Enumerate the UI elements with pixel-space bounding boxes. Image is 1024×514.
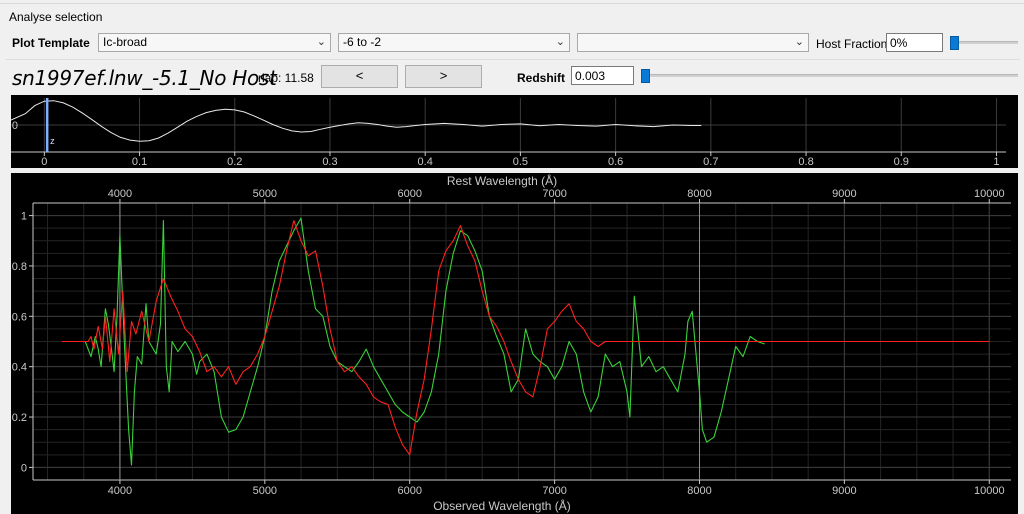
xcorr-x-tick-label: 0 xyxy=(41,156,47,168)
xcorr-series-line xyxy=(10,100,702,142)
host-fraction-slider-handle[interactable] xyxy=(950,36,959,50)
spec-x2-tick-label: 8000 xyxy=(687,188,711,200)
spec-x-tick-label: 9000 xyxy=(832,485,856,497)
spec-x-tick-label: 5000 xyxy=(253,485,277,497)
template-type-value: Ic-broad xyxy=(103,35,148,49)
xcorr-x-tick-label: 1 xyxy=(993,156,999,168)
template-age-value: -6 to -2 xyxy=(343,35,382,49)
spec-x-tick-label: 6000 xyxy=(397,485,421,497)
spec-y-tick-label: 0.4 xyxy=(12,362,27,374)
redshift-marker-label: z xyxy=(50,136,55,146)
xcorr-x-tick-label: 0.6 xyxy=(608,156,623,168)
spec-y-tick-label: 0.6 xyxy=(12,311,27,323)
xcorr-y-tick-label: 0 xyxy=(12,120,18,132)
xcorr-x-tick-label: 0.3 xyxy=(322,156,337,168)
spec-series-template xyxy=(62,220,990,456)
xcorr-x-tick-label: 0.2 xyxy=(227,156,242,168)
analyse-selection-panel: Analyse selection Plot Template Ic-broad… xyxy=(0,0,1024,514)
spec-x2-tick-label: 10000 xyxy=(974,188,1005,200)
redshift-slider-handle[interactable] xyxy=(641,69,650,83)
spec-x2-tick-label: 5000 xyxy=(253,188,277,200)
redshift-input[interactable] xyxy=(571,66,634,85)
group-top-border xyxy=(0,3,1024,4)
spec-x2-tick-label: 7000 xyxy=(542,188,566,200)
spec-y-tick-label: 1 xyxy=(21,211,27,223)
xcorr-x-tick-label: 0.4 xyxy=(418,156,433,168)
host-fraction-input[interactable] xyxy=(886,33,943,52)
spec-y-tick-label: 0 xyxy=(21,462,27,474)
spec-x-tick-label: 4000 xyxy=(108,485,132,497)
spec-y-tick-label: 0.2 xyxy=(12,412,27,424)
redshift-slider-track[interactable] xyxy=(641,74,1018,77)
rlap-value: rlap: 11.58 xyxy=(258,71,314,85)
xcorr-x-tick-label: 0.1 xyxy=(132,156,147,168)
spec-rest-wavelength-label: Rest Wavelength (Å) xyxy=(447,173,557,188)
host-fraction-slider-track[interactable] xyxy=(950,41,1018,44)
xcorr-x-tick-label: 0.7 xyxy=(703,156,718,168)
spec-x2-tick-label: 4000 xyxy=(108,188,132,200)
selection-name: sn1997ef.lnw_-5.1_No Host xyxy=(12,66,277,90)
xcorr-x-tick-label: 0.9 xyxy=(894,156,909,168)
template-name-dropdown[interactable]: ⌄ xyxy=(577,33,809,52)
next-template-button[interactable]: > xyxy=(405,65,482,88)
redshift-label: Redshift xyxy=(517,71,565,85)
spec-x-tick-label: 8000 xyxy=(687,485,711,497)
xcorr-x-tick-label: 0.5 xyxy=(513,156,528,168)
template-row: Plot Template Ic-broad ⌄ -6 to -2 ⌄ ⌄ Ho… xyxy=(0,33,1024,53)
template-type-dropdown[interactable]: Ic-broad ⌄ xyxy=(98,33,331,52)
spec-observed-wavelength-label: Observed Wavelength (Å) xyxy=(433,498,571,513)
selection-row: sn1997ef.lnw_-5.1_No Host rlap: 11.58 < … xyxy=(0,64,1024,90)
host-fraction-label: Host Fraction xyxy=(816,37,888,51)
template-age-dropdown[interactable]: -6 to -2 ⌄ xyxy=(338,33,570,52)
chevron-down-icon: ⌄ xyxy=(316,36,326,48)
chevron-down-icon: ⌄ xyxy=(794,36,804,48)
spec-x-tick-label: 10000 xyxy=(974,485,1005,497)
plot-template-label: Plot Template xyxy=(12,36,90,50)
spec-x2-tick-label: 9000 xyxy=(832,188,856,200)
row-divider xyxy=(6,59,1020,60)
spec-x2-tick-label: 6000 xyxy=(397,188,421,200)
previous-template-button[interactable]: < xyxy=(321,65,398,88)
cross-correlation-svg: 0 0.1 0.2 0.3 0.4 0.5 0.6 0.7 0.8 0.9 10z xyxy=(10,98,1006,168)
chevron-down-icon: ⌄ xyxy=(555,36,565,48)
spec-x-tick-label: 7000 xyxy=(542,485,566,497)
cross-correlation-plot[interactable]: 0 0.1 0.2 0.3 0.4 0.5 0.6 0.7 0.8 0.9 1 0 z xyxy=(10,95,1018,168)
group-title: Analyse selection xyxy=(9,10,103,24)
spectrum-plot[interactable]: 4000 4000 5000 5000 6000 6000 7000 7000 8000 8000… xyxy=(11,173,1018,514)
spec-y-tick-label: 0.8 xyxy=(12,261,27,273)
xcorr-x-tick-label: 0.8 xyxy=(798,156,813,168)
spectrum-svg: 4000 4000 5000 5000 6000 6000 7000 7000 8000 8000… xyxy=(12,173,1011,513)
